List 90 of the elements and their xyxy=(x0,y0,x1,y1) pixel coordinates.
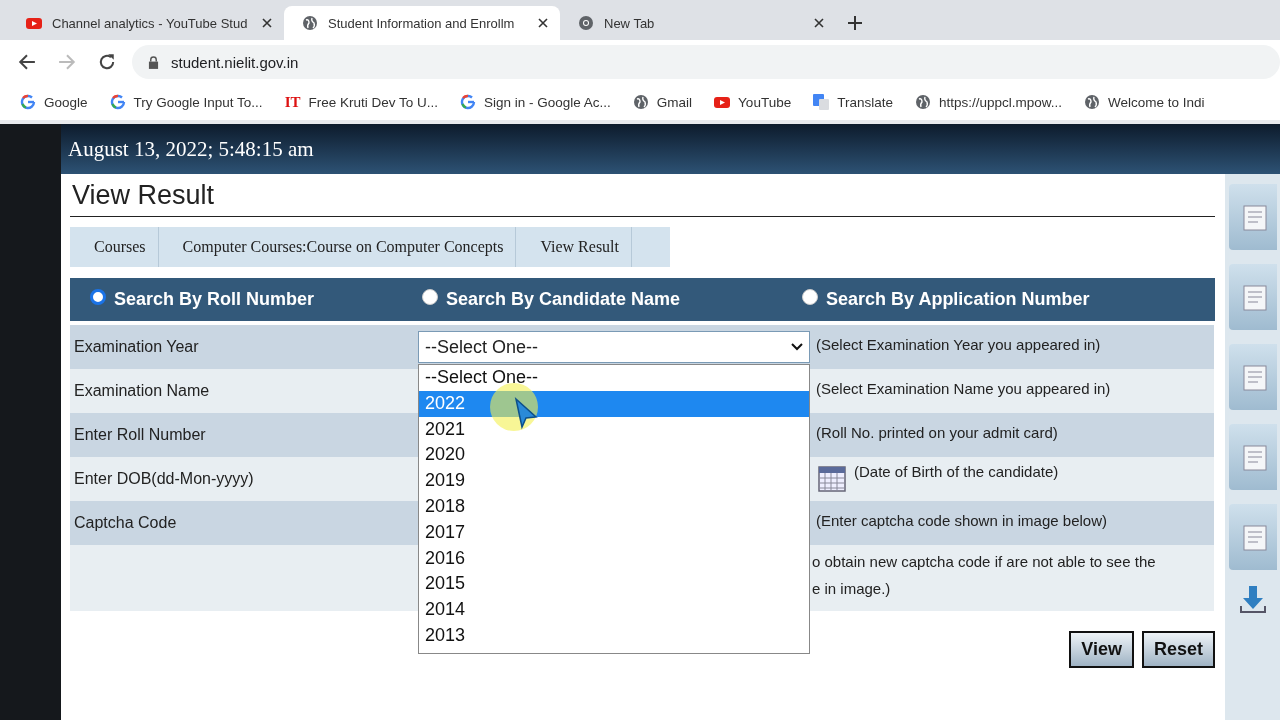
youtube-icon xyxy=(714,94,731,110)
dropdown-option[interactable]: 2019 xyxy=(419,468,809,494)
side-tile[interactable] xyxy=(1228,184,1277,250)
globe-icon xyxy=(914,94,931,110)
browser-tab[interactable]: Student Information and Enrollm xyxy=(284,6,560,40)
field-label: Enter Roll Number xyxy=(74,426,206,444)
bookmark[interactable]: https://uppcl.mpow... xyxy=(914,94,1062,110)
dropdown-option[interactable]: 2020 xyxy=(419,442,809,469)
dropdown-option[interactable]: 2022 xyxy=(419,390,809,417)
bookmark-label: Welcome to Indi xyxy=(1108,94,1205,110)
field-hint: (Date of Birth of the candidate) xyxy=(854,463,1059,480)
tab-title: New Tab xyxy=(604,15,656,31)
bookmark-label: Google xyxy=(44,94,88,110)
form-button[interactable]: View xyxy=(1069,631,1134,668)
address-bar[interactable]: student.nielit.gov.in xyxy=(132,45,1280,79)
bookmark-label: Translate xyxy=(837,94,893,110)
bookmark-label: Gmail xyxy=(656,94,693,110)
field-hint: (Roll No. printed on your admit card) xyxy=(816,423,1058,441)
search-option[interactable]: Search By Candidate Name xyxy=(422,289,802,310)
download-icon[interactable] xyxy=(1237,584,1268,614)
year-select[interactable]: --Select One-- xyxy=(418,331,810,363)
field-label: Captcha Code xyxy=(74,514,177,532)
side-tile[interactable] xyxy=(1228,344,1277,410)
breadcrumb-link[interactable]: Courses xyxy=(70,227,159,267)
new-tab-icon[interactable] xyxy=(848,16,862,30)
bookmark-label: YouTube xyxy=(738,94,792,110)
lock-icon xyxy=(148,55,159,69)
dropdown-option[interactable]: 2013 xyxy=(419,622,809,649)
side-tile[interactable] xyxy=(1228,424,1277,490)
bookmark[interactable]: Translate xyxy=(813,94,893,110)
breadcrumb-link[interactable]: View Result xyxy=(516,227,632,267)
breadcrumb-link[interactable]: Computer Courses:Course on Computer Concepts xyxy=(158,227,517,267)
close-icon[interactable] xyxy=(538,18,548,28)
bookmark[interactable]: Gmail xyxy=(632,94,693,110)
google-icon xyxy=(460,94,476,110)
field-label: Examination Name xyxy=(74,382,210,400)
calendar-icon[interactable] xyxy=(818,465,846,493)
bookmark[interactable]: YouTube xyxy=(714,94,792,110)
close-icon[interactable] xyxy=(262,18,272,28)
google-icon xyxy=(109,94,126,110)
search-option[interactable]: Search By Roll Number xyxy=(90,289,422,310)
radio-button[interactable] xyxy=(422,288,438,305)
dropdown-option[interactable]: 2021 xyxy=(419,416,809,443)
captcha-note: o obtain new captcha code if are not able to see the xyxy=(812,552,1156,572)
field-label: Examination Year xyxy=(74,338,199,356)
field-hint: (Select Examination Name you appeared in) xyxy=(816,379,1111,397)
search-option[interactable]: Search By Application Number xyxy=(802,289,1090,310)
side-tile[interactable] xyxy=(1228,264,1277,330)
page-title: View Result xyxy=(70,180,1215,217)
dropdown-option[interactable]: 2015 xyxy=(419,571,809,598)
dropdown-option[interactable]: 2018 xyxy=(419,494,809,520)
tab-title: Channel analytics - YouTube Stud xyxy=(52,15,249,31)
bookmark-label: Free Kruti Dev To U... xyxy=(308,94,438,110)
captcha-note: e in image.) xyxy=(812,579,891,599)
bookmark-label: Sign in - Google Ac... xyxy=(484,94,611,110)
google-icon xyxy=(20,94,36,110)
bookmark-label: Try Google Input To... xyxy=(133,94,263,110)
dropdown-option[interactable]: 2016 xyxy=(419,545,809,572)
date-time: August 13, 2022; 5:48:15 am xyxy=(68,136,314,162)
bookmark[interactable]: Google xyxy=(20,94,88,110)
browser-tab[interactable]: Channel analytics - YouTube Stud xyxy=(8,6,284,40)
tab-title: Student Information and Enrollm xyxy=(328,15,516,31)
browser-tab[interactable]: New Tab xyxy=(560,6,836,40)
translate-icon xyxy=(813,94,830,110)
bookmark[interactable]: Welcome to Indi xyxy=(1084,94,1205,110)
chrome-icon xyxy=(578,15,594,31)
field-label: Enter DOB(dd-Mon-yyyy) xyxy=(74,470,254,488)
logo-text: IT xyxy=(284,93,301,111)
dropdown-option[interactable]: 2014 xyxy=(419,597,809,623)
back-icon[interactable] xyxy=(18,53,36,71)
globe-icon xyxy=(302,15,318,31)
globe-icon xyxy=(1084,94,1100,110)
reload-icon[interactable] xyxy=(98,53,116,71)
globe-icon xyxy=(632,94,649,110)
form-button[interactable]: Reset xyxy=(1141,631,1215,668)
dropdown-option[interactable]: --Select One-- xyxy=(419,365,809,391)
radio-button[interactable] xyxy=(90,288,106,305)
side-tile[interactable] xyxy=(1228,504,1277,570)
chevron-icon xyxy=(791,343,803,351)
youtube-icon xyxy=(26,15,42,31)
bookmark[interactable]: Sign in - Google Ac... xyxy=(460,94,611,110)
bookmark-label: https://uppcl.mpow... xyxy=(938,94,1062,110)
close-icon[interactable] xyxy=(814,18,824,28)
bookmark[interactable]: IT Free Kruti Dev To U... xyxy=(284,93,438,111)
field-hint: (Enter captcha code shown in image below) xyxy=(816,511,1107,529)
url-text: student.nielit.gov.in xyxy=(171,53,299,71)
dropdown-option[interactable]: 2017 xyxy=(419,519,809,546)
field-hint: (Select Examination Year you appeared in) xyxy=(816,335,1101,353)
radio-button[interactable] xyxy=(802,288,818,305)
bookmark[interactable]: Try Google Input To... xyxy=(109,94,263,110)
